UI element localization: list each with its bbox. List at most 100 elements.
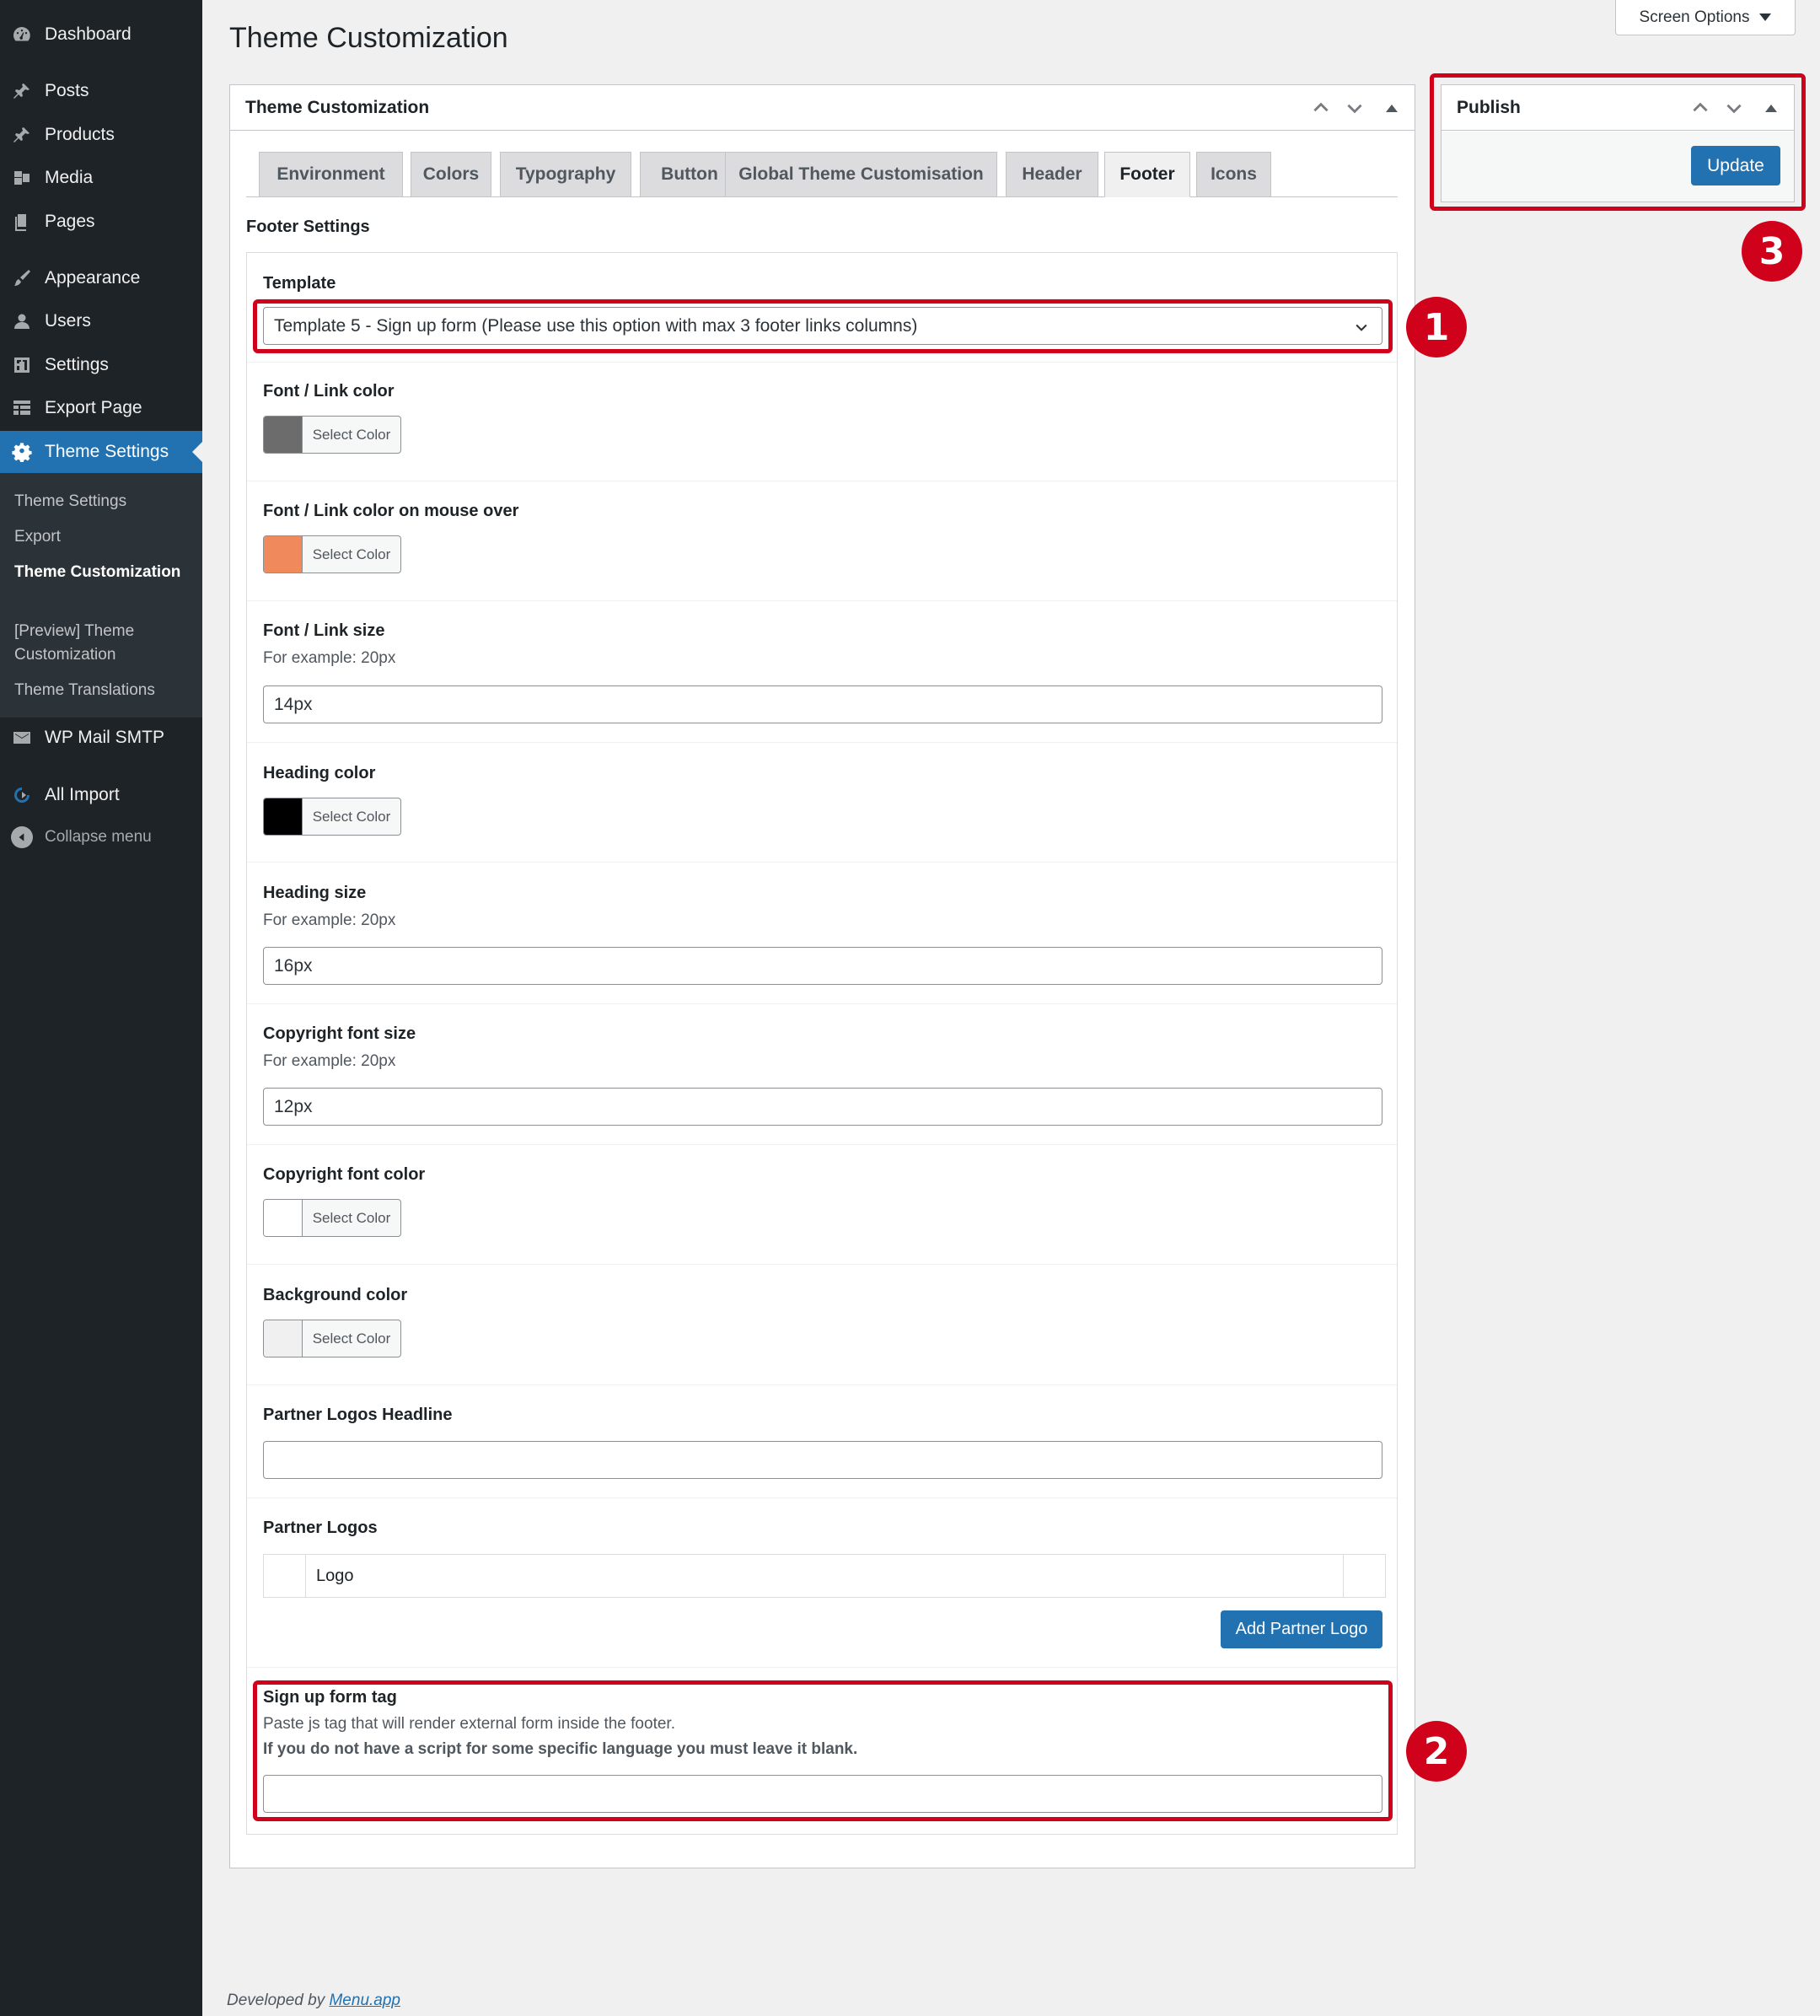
copyright-size-input[interactable]: 12px	[263, 1088, 1382, 1126]
import-icon	[11, 784, 33, 806]
admin-sidebar: Dashboard Posts Products Media Pages App…	[0, 0, 202, 2016]
tab-environment[interactable]: Environment	[259, 152, 403, 197]
menu-label-posts: Posts	[45, 81, 89, 100]
row-separator	[247, 742, 1397, 743]
annotation-badge-1: 1	[1406, 297, 1467, 358]
copyright-color-button[interactable]: Select Color	[263, 1199, 401, 1237]
heading-size-label: Heading size	[263, 884, 367, 902]
brush-icon	[11, 267, 33, 289]
annotation-box-3	[1430, 73, 1806, 211]
select-color-label: Select Color	[312, 546, 391, 562]
copyright-size-desc: For example: 20px	[263, 1052, 396, 1070]
menu-item-posts[interactable]: Posts	[0, 73, 202, 109]
box-title: Theme Customization	[245, 97, 430, 117]
box-controls	[1310, 97, 1398, 119]
footer-credit: Developed by Menu.app	[227, 1992, 400, 2010]
page-icon	[11, 211, 33, 233]
menu-item-wp-mail-smtp[interactable]: WP Mail SMTP	[0, 720, 202, 755]
select-color-label: Select Color	[312, 1209, 391, 1226]
font-link-color-button[interactable]: Select Color	[263, 416, 401, 454]
partner-logos-table: Logo	[263, 1554, 1386, 1598]
font-link-color-label: Font / Link color	[263, 382, 395, 401]
font-link-size-input[interactable]: 14px	[263, 685, 1382, 723]
font-link-hover-color-button[interactable]: Select Color	[263, 535, 401, 573]
caret-down-icon	[1759, 13, 1772, 21]
row-separator	[247, 1264, 1397, 1265]
menu-item-all-import[interactable]: All Import	[0, 777, 202, 813]
menu-label-pages: Pages	[45, 212, 95, 231]
submenu-preview-theme-customization[interactable]: [Preview] Theme Customization	[14, 620, 196, 667]
tab-global-theme-customisation[interactable]: Global Theme Customisation	[725, 152, 997, 197]
page-title: Theme Customization	[229, 22, 508, 54]
heading-color-button[interactable]: Select Color	[263, 798, 401, 836]
footer-settings-table: Template Template 5 - Sign up form (Plea…	[246, 252, 1398, 1835]
settings-icon	[11, 354, 33, 376]
collapse-menu-label: Collapse menu	[45, 828, 152, 846]
footer-link[interactable]: Menu.app	[329, 1992, 400, 2009]
menu-label-appearance: Appearance	[45, 268, 141, 288]
menu-item-pages[interactable]: Pages	[0, 204, 202, 239]
toggle-panel-icon[interactable]	[1386, 104, 1398, 112]
screen-options-button[interactable]: Screen Options	[1615, 0, 1796, 35]
menu-label-dashboard: Dashboard	[45, 24, 132, 44]
menu-item-appearance[interactable]: Appearance	[0, 261, 202, 296]
menu-item-media[interactable]: Media	[0, 160, 202, 196]
row-separator	[247, 1144, 1397, 1145]
annotation-box-1	[253, 299, 1393, 353]
row-separator	[247, 362, 1397, 363]
tab-header[interactable]: Header	[1006, 152, 1098, 197]
table-icon	[11, 397, 33, 419]
template-label: Template	[263, 274, 336, 293]
background-color-label: Background color	[263, 1286, 408, 1304]
media-icon	[11, 167, 33, 189]
menu-item-dashboard[interactable]: Dashboard	[0, 17, 202, 52]
heading-size-input[interactable]: 16px	[263, 947, 1382, 985]
chevron-up-icon[interactable]	[1310, 97, 1332, 119]
chevron-down-icon[interactable]	[1344, 97, 1366, 119]
drag-handle-cell[interactable]	[264, 1555, 306, 1597]
menu-label-users: Users	[45, 311, 91, 331]
menu-label-media: Media	[45, 168, 94, 187]
add-partner-logo-button[interactable]: Add Partner Logo	[1221, 1610, 1382, 1648]
tab-footer[interactable]: Footer	[1104, 152, 1190, 197]
partner-logos-label: Partner Logos	[263, 1519, 378, 1537]
color-swatch	[264, 536, 303, 573]
background-color-button[interactable]: Select Color	[263, 1320, 401, 1357]
heading-color-label: Heading color	[263, 764, 376, 782]
menu-label-products: Products	[45, 125, 115, 144]
menu-item-products[interactable]: Products	[0, 117, 202, 153]
tab-bar: Environment Colors Typography Button Glo…	[246, 152, 1398, 197]
collapse-menu-button[interactable]: Collapse menu	[0, 820, 202, 855]
copyright-color-label: Copyright font color	[263, 1165, 426, 1184]
menu-item-theme-settings[interactable]: Theme Settings	[0, 431, 202, 473]
select-color-label: Select Color	[312, 1330, 391, 1347]
tab-typography[interactable]: Typography	[500, 152, 631, 197]
submenu-theme-customization[interactable]: Theme Customization	[14, 561, 196, 584]
remove-row-cell[interactable]	[1343, 1555, 1385, 1597]
menu-label-all-import: All Import	[45, 785, 120, 804]
menu-item-export-page[interactable]: Export Page	[0, 390, 202, 426]
heading-size-value: 16px	[274, 955, 313, 976]
menu-label-theme-settings: Theme Settings	[45, 442, 169, 461]
row-separator	[247, 1497, 1397, 1498]
tab-colors[interactable]: Colors	[411, 152, 491, 197]
partner-headline-input[interactable]	[263, 1441, 1382, 1479]
tab-icons[interactable]: Icons	[1196, 152, 1271, 197]
mail-icon	[11, 727, 33, 749]
copyright-size-label: Copyright font size	[263, 1024, 416, 1043]
color-swatch	[264, 1320, 303, 1357]
partner-headline-label: Partner Logos Headline	[263, 1406, 453, 1424]
menu-item-users[interactable]: Users	[0, 304, 202, 339]
submenu-export[interactable]: Export	[14, 525, 196, 549]
pin-icon	[11, 124, 33, 146]
row-separator	[247, 1384, 1397, 1385]
row-separator	[247, 862, 1397, 863]
row-separator	[247, 1003, 1397, 1004]
menu-label-wp-mail-smtp: WP Mail SMTP	[45, 728, 164, 747]
box-header: Theme Customization	[230, 85, 1415, 131]
submenu-theme-settings[interactable]: Theme Settings	[14, 490, 196, 513]
heading-size-desc: For example: 20px	[263, 911, 396, 929]
menu-item-settings[interactable]: Settings	[0, 347, 202, 383]
submenu-theme-translations[interactable]: Theme Translations	[14, 679, 196, 702]
font-link-hover-label: Font / Link color on mouse over	[263, 502, 519, 520]
